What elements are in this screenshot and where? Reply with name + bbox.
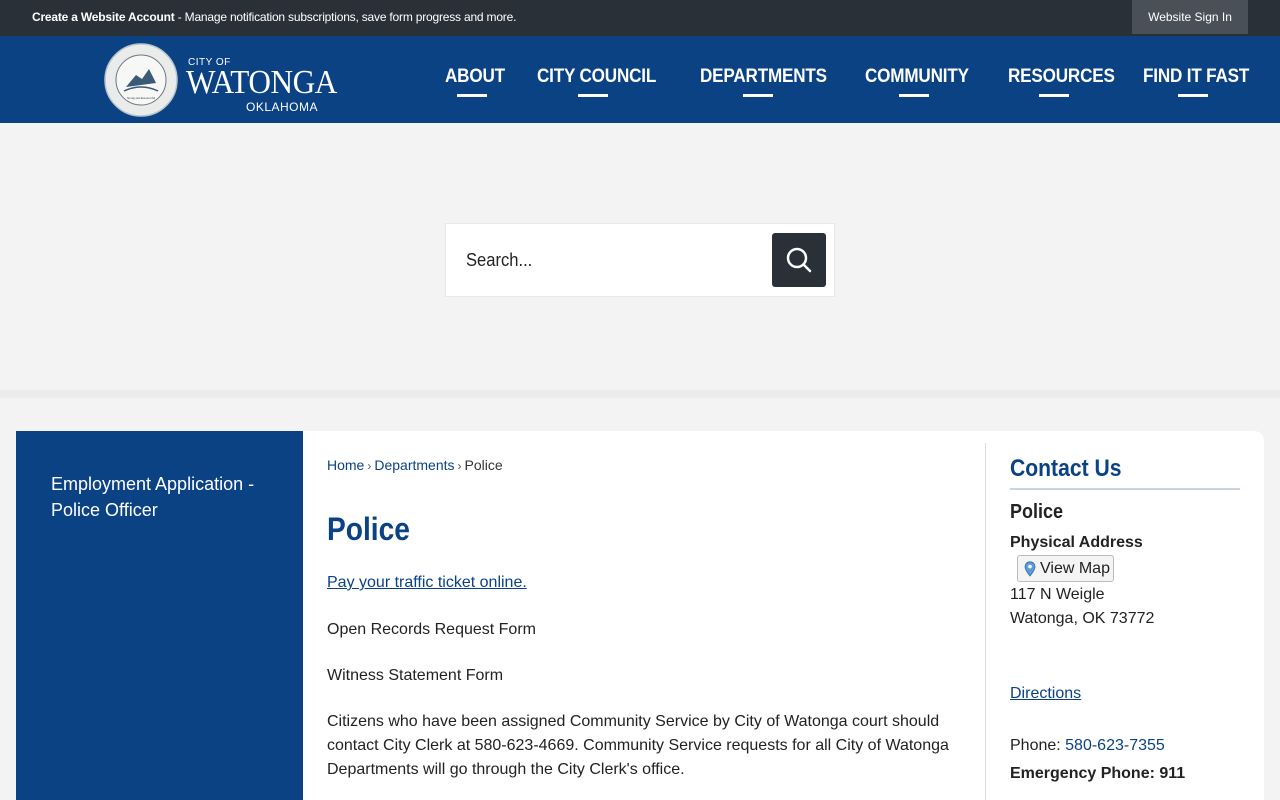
search-input[interactable]: Search... (466, 250, 532, 271)
phone-link[interactable]: 580-623-7355 (1065, 737, 1165, 754)
search-box: Search... (446, 224, 834, 296)
svg-text:Strong and Resourceful: Strong and Resourceful (127, 96, 155, 100)
utility-bar: Create a Website Account - Manage notifi… (0, 0, 1280, 36)
traffic-ticket-link[interactable]: Pay your traffic ticket online. (327, 571, 527, 595)
account-message: Create a Website Account - Manage notifi… (32, 10, 516, 24)
nav-departments[interactable]: DEPARTMENTS (700, 66, 827, 88)
nav-city-council-underline (578, 94, 608, 97)
column-divider (985, 443, 986, 800)
nav-about[interactable]: ABOUT (445, 66, 505, 88)
city-seal-icon: Strong and Resourceful (104, 43, 178, 117)
main-content: Home › Departments › Police Police Pay your … (303, 431, 1264, 800)
breadcrumb-home[interactable]: Home (327, 457, 364, 473)
breadcrumb-departments[interactable]: Departments (374, 457, 454, 473)
nav-resources[interactable]: RESOURCES (1008, 66, 1115, 88)
map-pin-icon (1024, 560, 1036, 577)
address-line-1: 117 N Weigle (1010, 586, 1105, 603)
contact-title-rule (1010, 488, 1240, 490)
phone-row: Phone: 580-623-7355 (1010, 737, 1165, 755)
community-service-paragraph: Citizens who have been assigned Communit… (327, 713, 949, 778)
search-icon (786, 247, 812, 273)
view-map-button[interactable]: View Map (1017, 555, 1114, 582)
witness-statement-form: Witness Statement Form (327, 667, 504, 684)
address-line-2: Watonga, OK 73772 (1010, 610, 1155, 627)
logo-state: OKLAHOMA (246, 100, 319, 114)
logo-name: WATONGA (186, 64, 337, 101)
nav-community-underline (899, 94, 929, 97)
breadcrumb-separator: › (457, 459, 462, 473)
search-button[interactable] (772, 233, 826, 287)
nav-find-it-fast-underline (1178, 94, 1208, 97)
sidebar-item-employment-application[interactable]: Employment Application - Police Officer (51, 471, 271, 523)
breadcrumb-current: Police (464, 457, 503, 473)
nav-resources-underline (1039, 94, 1069, 97)
open-records-form: Open Records Request Form (327, 621, 536, 638)
phone-label: Phone: (1010, 737, 1066, 754)
sign-in-button[interactable]: Website Sign In (1132, 0, 1248, 34)
create-account-link[interactable]: Create a Website Account (32, 10, 175, 24)
contact-title: Contact Us (1010, 455, 1122, 482)
nav-about-underline (457, 94, 487, 97)
page-title: Police (327, 511, 410, 547)
view-map-label: View Map (1040, 559, 1110, 577)
hero-divider (0, 390, 1280, 398)
site-logo[interactable]: Strong and Resourceful CITY OF WATONGA O… (102, 43, 342, 117)
nav-departments-underline (743, 94, 773, 97)
nav-find-it-fast[interactable]: FIND IT FAST (1143, 66, 1249, 88)
account-message-text: - Manage notification subscriptions, sav… (174, 10, 517, 24)
breadcrumb-separator: › (367, 459, 372, 473)
emergency-phone: Emergency Phone: 911 (1010, 765, 1186, 782)
address-label: Physical Address (1010, 534, 1143, 551)
nav-city-council[interactable]: CITY COUNCIL (537, 66, 656, 88)
breadcrumb: Home › Departments › Police (327, 457, 503, 473)
directions-link[interactable]: Directions (1010, 685, 1081, 703)
site-header: Strong and Resourceful CITY OF WATONGA O… (0, 36, 1280, 123)
sidebar: Employment Application - Police Officer (16, 431, 303, 800)
contact-department: Police (1010, 501, 1064, 523)
nav-community[interactable]: COMMUNITY (865, 66, 969, 88)
